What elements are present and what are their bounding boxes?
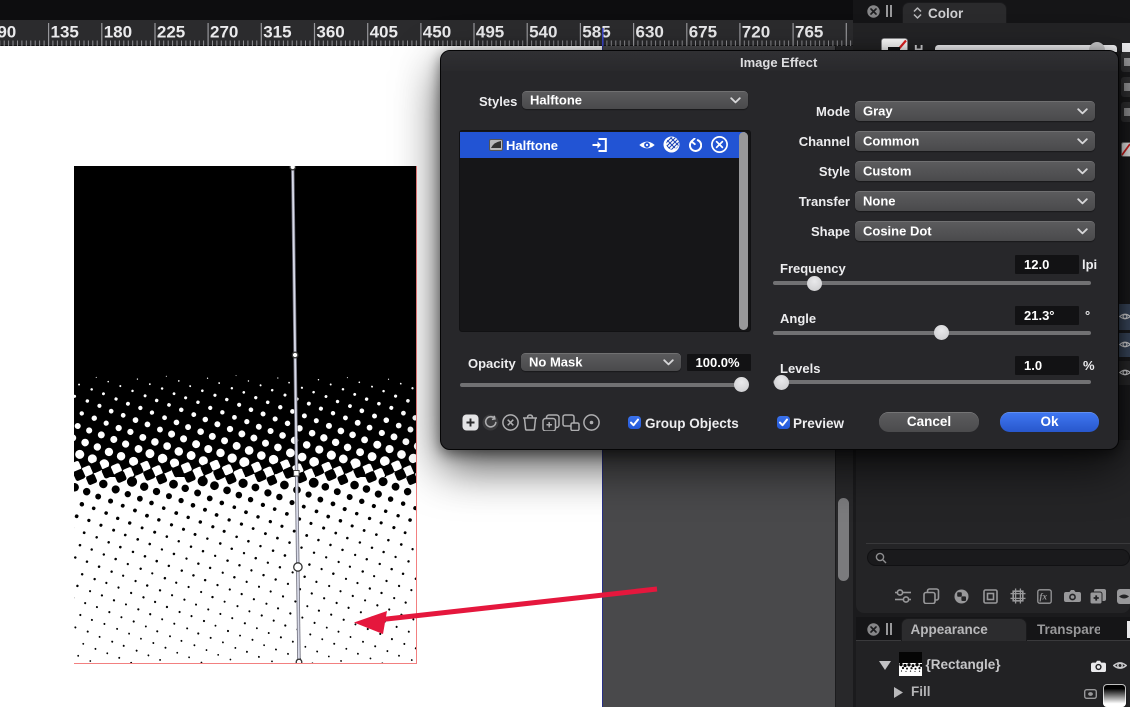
svg-text:585: 585 xyxy=(582,23,610,42)
svg-text:495: 495 xyxy=(476,23,504,42)
svg-text:360: 360 xyxy=(316,23,344,42)
svg-text:135: 135 xyxy=(51,23,79,42)
svg-text:315: 315 xyxy=(263,23,291,42)
svg-text:90: 90 xyxy=(0,23,16,42)
svg-text:fx: fx xyxy=(1040,591,1048,601)
svg-text:450: 450 xyxy=(423,23,451,42)
svg-text:765: 765 xyxy=(795,23,823,42)
svg-text:720: 720 xyxy=(742,23,770,42)
svg-text:675: 675 xyxy=(689,23,717,42)
svg-text:630: 630 xyxy=(636,23,664,42)
svg-text:540: 540 xyxy=(529,23,557,42)
svg-text:405: 405 xyxy=(370,23,398,42)
svg-text:180: 180 xyxy=(104,23,132,42)
svg-text:270: 270 xyxy=(210,23,238,42)
svg-text:225: 225 xyxy=(157,23,185,42)
